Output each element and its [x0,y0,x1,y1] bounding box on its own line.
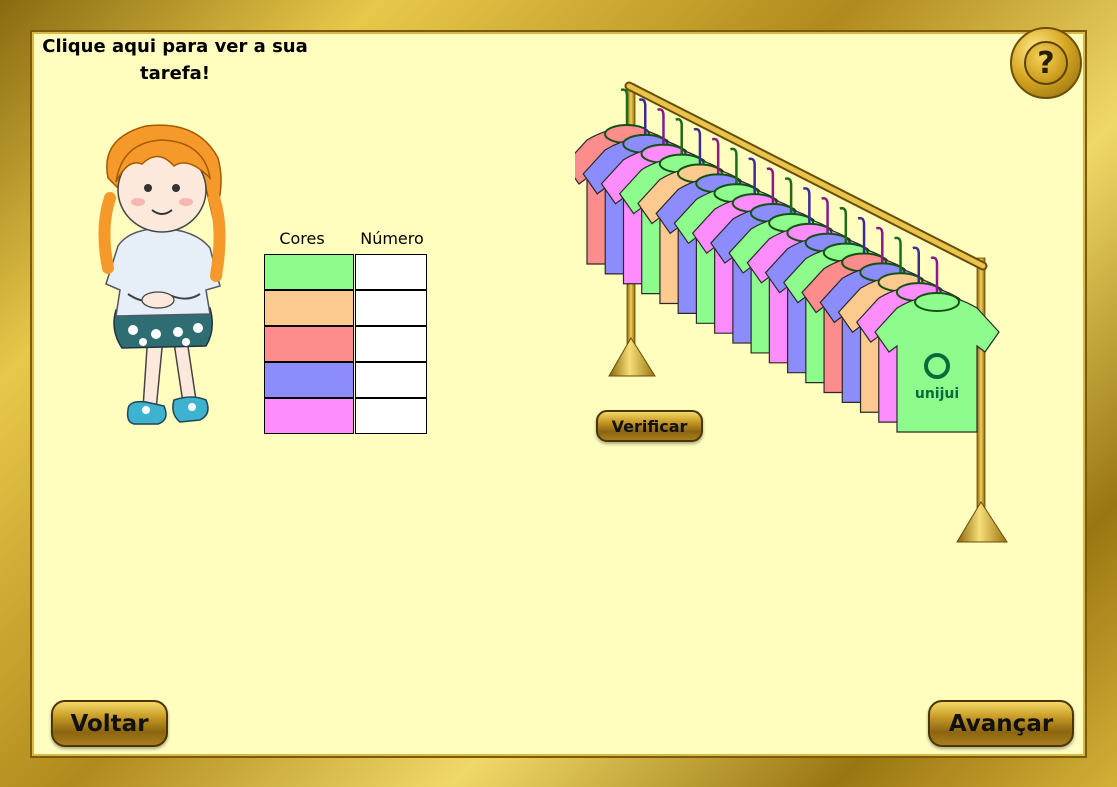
clothes-rack-illustration: unijui [575,81,1008,543]
girl-illustration [98,124,226,425]
color-swatch-green [264,254,354,290]
number-input-blue[interactable] [355,362,427,398]
number-input-pink[interactable] [355,398,427,434]
number-input-red[interactable] [355,326,427,362]
color-swatch-orange [264,290,354,326]
verify-button[interactable]: Verificar [596,410,703,442]
column-header-colors: Cores [279,229,325,248]
color-swatch-pink [264,398,354,434]
color-swatch-blue [264,362,354,398]
task-prompt-link[interactable]: Clique aqui para ver a sua tarefa! [40,33,310,87]
help-button[interactable]: ? [1010,27,1082,99]
shirt-logo-text: unijui [915,386,959,402]
number-input-orange[interactable] [355,290,427,326]
column-header-number: Número [360,229,424,248]
back-button[interactable]: Voltar [51,700,168,747]
next-button[interactable]: Avançar [928,700,1074,747]
app-frame: Clique aqui para ver a sua tarefa! ? Cor… [0,0,1117,787]
question-mark-icon: ? [1024,41,1068,85]
color-swatch-red [264,326,354,362]
number-input-green[interactable] [355,254,427,290]
